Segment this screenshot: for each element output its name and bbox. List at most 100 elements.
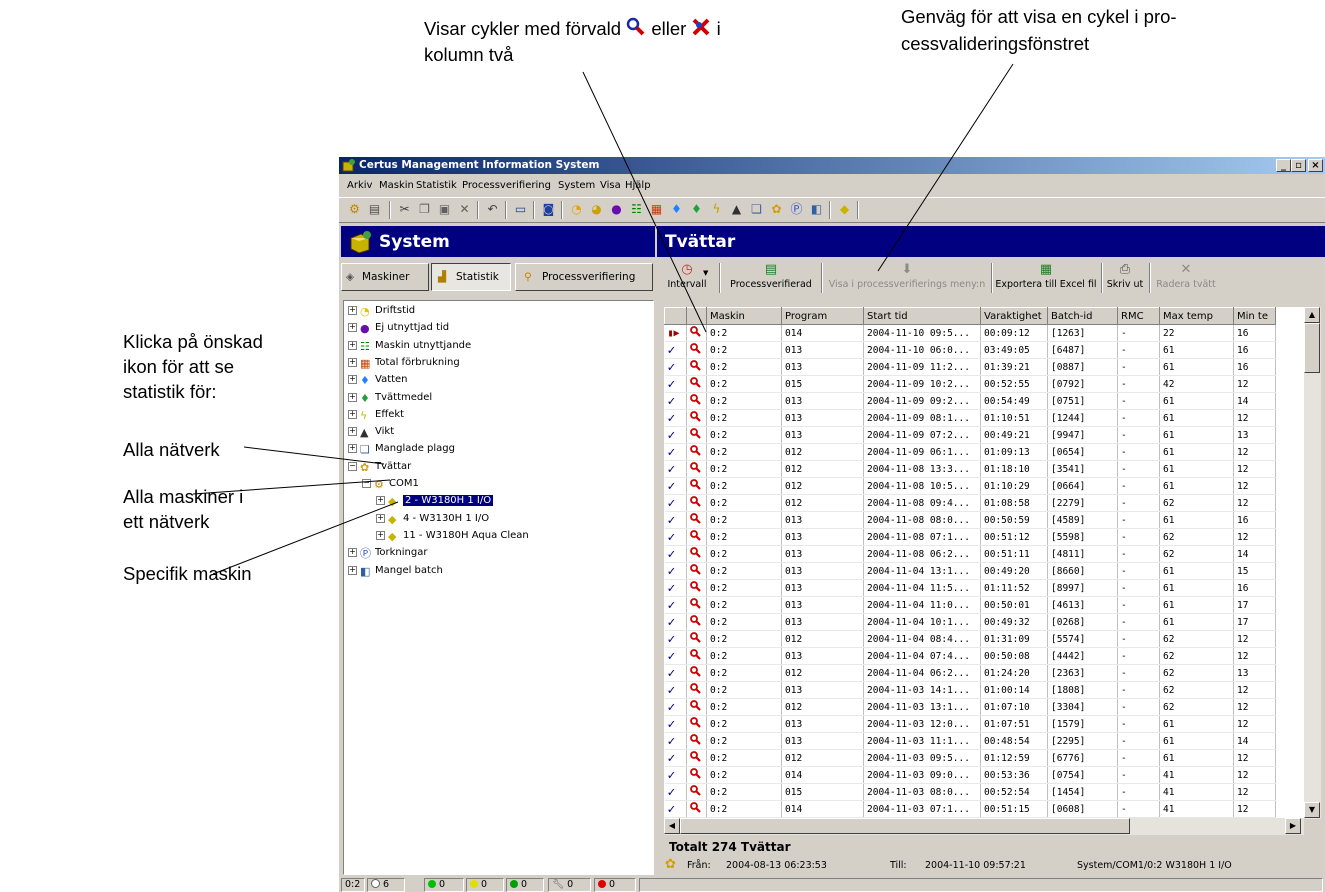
tree-item[interactable]: + ◧ Mangel batch — [348, 563, 443, 579]
expand-icon[interactable]: + — [348, 392, 357, 402]
tree-item[interactable]: + ♦ Tvättmedel — [348, 390, 432, 406]
menu-arkiv[interactable]: Arkiv — [347, 180, 372, 191]
tree-item[interactable]: + ◆ 11 - W3180H Aqua Clean — [376, 528, 529, 544]
search-icon[interactable] — [686, 460, 707, 478]
table-row[interactable]: ✓ 0:2 014 2004-11-03 09:0... 00:53:36 [0754] -… — [664, 766, 1276, 784]
column-header[interactable]: Max temp — [1159, 307, 1234, 325]
table-row[interactable]: ✓ 0:2 013 2004-11-04 13:1... 00:49:20 [8660] -… — [664, 562, 1276, 580]
table-row[interactable]: ✓ 0:2 013 2004-11-04 11:0... 00:50:01 [4613] -… — [664, 596, 1276, 614]
column-header[interactable]: Batch-id — [1047, 307, 1118, 325]
search-icon[interactable] — [686, 528, 707, 546]
table-row[interactable]: ✓ 0:2 013 2004-11-04 11:5... 01:11:52 [8997] -… — [664, 579, 1276, 597]
tree-item[interactable]: − ⚙ COM1 — [362, 476, 419, 492]
table-row[interactable]: ✓ 0:2 013 2004-11-03 11:1... 00:48:54 [2295] -… — [664, 732, 1276, 750]
search-icon[interactable] — [686, 341, 707, 359]
search-icon[interactable] — [686, 562, 707, 580]
search-icon[interactable] — [686, 443, 707, 461]
detergent-drop-icon[interactable]: ♦ — [688, 201, 705, 218]
vertical-scrollbar[interactable]: ▲ ▼ — [1304, 307, 1321, 819]
expand-icon[interactable]: + — [348, 444, 357, 454]
weight-icon[interactable]: ▲ — [728, 201, 745, 218]
table-row[interactable]: ✓ 0:2 012 2004-11-04 08:4... 01:31:09 [5574] -… — [664, 630, 1276, 648]
table-row[interactable]: ✓ 0:2 012 2004-11-03 09:5... 01:12:59 [6776] -… — [664, 749, 1276, 767]
search-icon[interactable] — [686, 681, 707, 699]
search-icon[interactable] — [686, 324, 707, 342]
machine-icon[interactable]: ◆ — [836, 201, 853, 218]
scroll-up-button[interactable]: ▲ — [1304, 307, 1320, 323]
column-header[interactable] — [664, 307, 687, 325]
search-icon[interactable] — [686, 545, 707, 563]
clock-icon[interactable]: ◔ — [568, 201, 585, 218]
table-row[interactable]: ✓ 0:2 012 2004-11-08 09:4... 01:08:58 [2279] -… — [664, 494, 1276, 512]
minimize-button[interactable]: _ — [1276, 159, 1291, 172]
scroll-down-button[interactable]: ▼ — [1304, 802, 1320, 818]
table-row[interactable]: ✓ 0:2 013 2004-11-09 08:1... 01:10:51 [1244] -… — [664, 409, 1276, 427]
search-icon[interactable] — [686, 358, 707, 376]
table-row[interactable]: ✓ 0:2 013 2004-11-04 07:4... 00:50:08 [4442] -… — [664, 647, 1276, 665]
scroll-right-button[interactable]: ▶ — [1285, 818, 1301, 834]
expand-icon[interactable]: + — [348, 375, 357, 385]
delete-icon[interactable]: ✕ — [456, 201, 473, 218]
delete-wash-button[interactable]: ✕ Radera tvätt — [1153, 261, 1219, 295]
copy-icon[interactable]: ❐ — [416, 201, 433, 218]
search-icon[interactable] — [686, 664, 707, 682]
table-row[interactable]: ✓ 0:2 012 2004-11-04 06:2... 01:24:20 [2363] -… — [664, 664, 1276, 682]
tree-item[interactable]: + ♦ Vatten — [348, 372, 408, 388]
table-row[interactable]: ✓ 0:2 012 2004-11-09 06:1... 01:09:13 [0654] -… — [664, 443, 1276, 461]
tree-item[interactable]: + ☷ Maskin utnyttjande — [348, 338, 471, 354]
interval-button[interactable]: ◷ Intervall ▼ — [661, 261, 713, 295]
close-button[interactable]: × — [1308, 159, 1323, 172]
washes-icon[interactable]: ✿ — [768, 201, 785, 218]
column-header[interactable]: Start tid — [863, 307, 981, 325]
tree-item[interactable]: + Ⓟ Torkningar — [348, 545, 427, 561]
expand-icon[interactable]: + — [376, 513, 385, 523]
dryer-icon[interactable]: Ⓟ — [788, 201, 805, 218]
menu-visa[interactable]: Visa — [600, 180, 621, 191]
horizontal-scrollbar[interactable]: ◀ ▶ — [664, 818, 1304, 835]
chevron-down-icon[interactable]: ▼ — [703, 269, 708, 277]
menu-maskin[interactable]: Maskin — [379, 180, 414, 191]
menu-statistik[interactable]: Statistik — [416, 180, 457, 191]
expand-icon[interactable]: + — [348, 357, 357, 367]
refresh-icon[interactable]: ◙ — [540, 201, 557, 218]
search-icon[interactable] — [686, 579, 707, 597]
scroll-thumb[interactable] — [1304, 323, 1320, 373]
tree-item[interactable]: + ▲ Vikt — [348, 424, 394, 440]
expand-icon[interactable]: + — [348, 306, 357, 315]
search-icon[interactable] — [686, 392, 707, 410]
search-icon[interactable] — [686, 477, 707, 495]
search-icon[interactable] — [686, 426, 707, 444]
tree-item[interactable]: − ✿ Tvättar — [348, 459, 411, 475]
tab-maskiner[interactable]: ◈ Maskiner — [341, 263, 429, 291]
column-header[interactable]: RMC — [1117, 307, 1160, 325]
search-icon[interactable] — [686, 647, 707, 665]
tree-item[interactable]: + ● Ej utnyttjad tid — [348, 320, 449, 336]
table-row[interactable]: ✓ 0:2 013 2004-11-03 14:1... 01:00:14 [1808] -… — [664, 681, 1276, 699]
process-verified-button[interactable]: ▤ Processverifierad — [725, 261, 817, 295]
column-header[interactable]: Min te — [1233, 307, 1276, 325]
search-icon[interactable] — [686, 613, 707, 631]
search-icon[interactable] — [686, 375, 707, 393]
search-icon[interactable] — [686, 800, 707, 818]
tree-item[interactable]: + ▦ Total förbrukning — [348, 355, 460, 371]
column-header[interactable] — [686, 307, 707, 325]
tree-item[interactable]: + ❏ Manglade plagg — [348, 441, 455, 457]
tree-item[interactable]: + ◆ 2 - W3180H 1 I/O — [376, 493, 494, 509]
tree-item[interactable]: + ◆ 4 - W3130H 1 I/O — [376, 511, 489, 527]
table-row[interactable]: ✓ 0:2 012 2004-11-08 10:5... 01:10:29 [0664] -… — [664, 477, 1276, 495]
search-icon[interactable] — [686, 494, 707, 512]
table-row[interactable]: ✓ 0:2 014 2004-11-03 07:1... 00:51:15 [0608] -… — [664, 800, 1276, 818]
table-row[interactable]: ✓ 0:2 015 2004-11-03 08:0... 00:52:54 [1454] -… — [664, 783, 1276, 801]
search-icon[interactable] — [686, 698, 707, 716]
clipboard-icon[interactable]: ▤ — [366, 201, 383, 218]
table-row[interactable]: ✓ 0:2 012 2004-11-08 13:3... 01:18:10 [3541] -… — [664, 460, 1276, 478]
table-row[interactable]: ✓ 0:2 012 2004-11-03 13:1... 01:07:10 [3304] -… — [664, 698, 1276, 716]
search-icon[interactable] — [686, 766, 707, 784]
cut-icon[interactable]: ✂ — [396, 201, 413, 218]
expand-icon[interactable]: + — [376, 496, 385, 506]
ironer-icon[interactable]: ◧ — [808, 201, 825, 218]
search-icon[interactable] — [686, 732, 707, 750]
pie-icon[interactable]: ● — [608, 201, 625, 218]
network-icon[interactable]: ⚙ — [346, 201, 363, 218]
tree-item[interactable]: + ◔ Driftstid — [348, 303, 415, 319]
